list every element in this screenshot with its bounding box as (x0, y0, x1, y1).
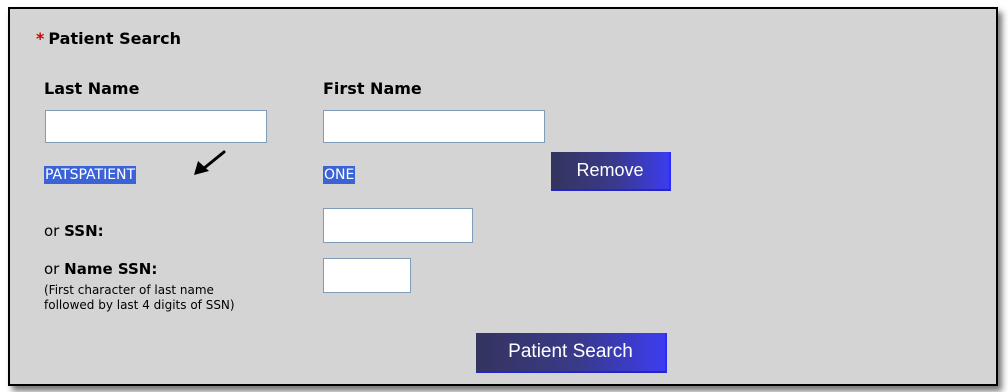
required-marker: * (36, 29, 45, 48)
last-name-input[interactable] (45, 110, 267, 143)
first-name-label: First Name (323, 79, 422, 98)
last-name-label: Last Name (44, 79, 140, 98)
name-ssn-hint: (First character of last name followed b… (44, 283, 235, 313)
name-ssn-label: or Name SSN: (44, 260, 157, 278)
name-ssn-label-text: Name SSN: (64, 260, 158, 278)
ssn-label-text: SSN: (64, 222, 104, 240)
arrow-pointer-icon (194, 150, 226, 175)
selected-first-name[interactable]: ONE (323, 164, 356, 184)
name-ssn-hint-line2: followed by last 4 digits of SSN) (44, 298, 235, 312)
ssn-label: or SSN: (44, 222, 104, 240)
patient-search-panel (8, 7, 998, 386)
ssn-input[interactable] (323, 208, 473, 243)
name-ssn-hint-line1: (First character of last name (44, 283, 214, 297)
selected-last-name-text: PATSPATIENT (44, 166, 137, 184)
ssn-prefix: or (44, 222, 60, 240)
form-title-text: Patient Search (48, 29, 181, 48)
remove-button[interactable]: Remove (551, 152, 671, 191)
selected-first-name-text: ONE (323, 166, 356, 184)
name-ssn-input[interactable] (323, 258, 411, 293)
selected-last-name[interactable]: PATSPATIENT (44, 164, 137, 184)
form-title: * Patient Search (36, 29, 181, 48)
name-ssn-prefix: or (44, 260, 60, 278)
first-name-input[interactable] (323, 110, 545, 143)
patient-search-button[interactable]: Patient Search (476, 333, 667, 373)
